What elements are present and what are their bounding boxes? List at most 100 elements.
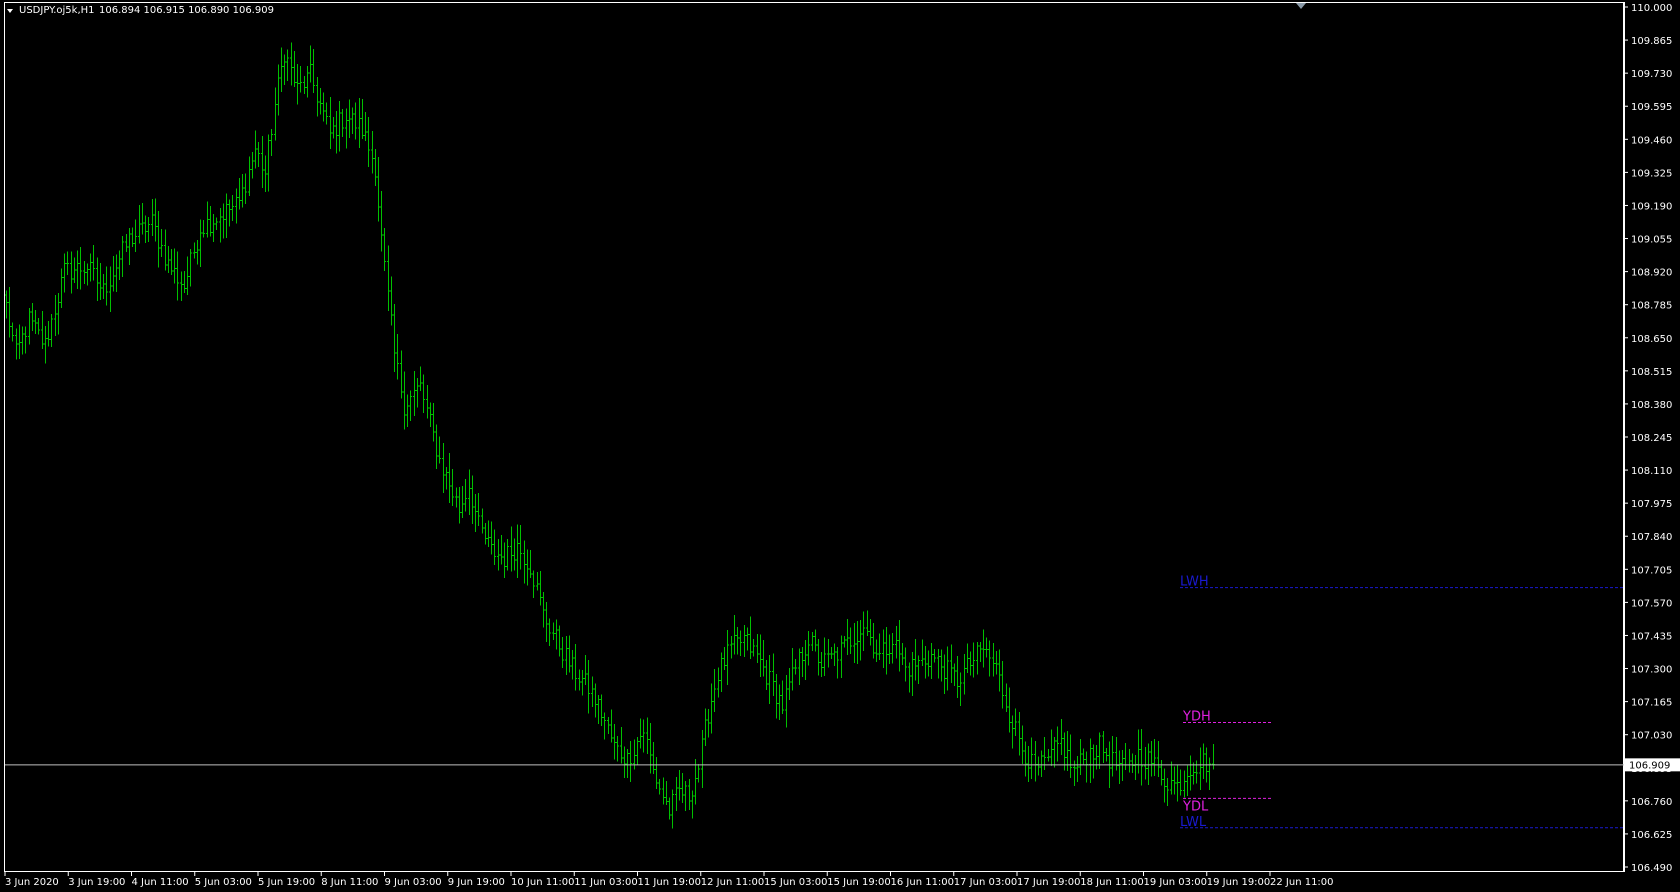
ohlc-bar <box>254 130 257 169</box>
ohlc-bar <box>1076 755 1079 783</box>
ohlc-bar <box>571 649 574 680</box>
ohlc-bar <box>83 261 86 285</box>
ohlc-bar <box>458 487 461 524</box>
ohlc-bar <box>652 742 655 774</box>
ohlc-bar <box>998 649 1001 692</box>
ohlc-bar <box>383 227 386 271</box>
ohlc-bar <box>950 644 953 684</box>
ohlc-bar <box>830 646 833 659</box>
ohlc-bar <box>1144 746 1147 780</box>
ohlc-bar <box>403 371 406 430</box>
level-label-lwl: LWL <box>1180 815 1207 830</box>
ohlc-bar <box>542 592 545 628</box>
ohlc-bar <box>1192 762 1195 785</box>
ohlc-bar <box>694 759 697 805</box>
y-tick-label: 110.000 <box>1631 3 1672 14</box>
level-lines: LWH YDH YDLLWL <box>1180 575 1623 830</box>
ohlc-bar <box>869 618 872 646</box>
x-tick-label: 8 Jun 11:00 <box>321 877 378 888</box>
ohlc-bar <box>348 99 351 139</box>
ohlc-bar <box>911 652 914 697</box>
ohlc-bar <box>280 47 283 93</box>
ohlc-bar <box>1134 754 1137 780</box>
ohlc-bar <box>134 219 137 253</box>
ohlc-bar <box>1195 760 1198 784</box>
ohlc-bar <box>1183 770 1186 798</box>
ohlc-bar <box>979 642 982 662</box>
ohlc-bar <box>396 333 399 380</box>
ohlc-bar <box>96 257 99 301</box>
ohlc-bar <box>115 254 118 292</box>
ohlc-bar <box>626 749 629 778</box>
ohlc-bar <box>733 615 736 655</box>
ohlc-bar <box>274 87 277 141</box>
ohlc-bar <box>688 779 691 810</box>
ohlc-bar <box>578 669 581 691</box>
chart-shift-marker-icon[interactable] <box>1296 3 1306 9</box>
ohlc-bar <box>11 322 14 342</box>
ohlc-bar <box>655 756 658 789</box>
ohlc-bar <box>73 257 76 284</box>
ohlc-bar <box>1176 765 1179 802</box>
ohlc-bar <box>823 637 826 676</box>
ohlc-bar <box>1014 708 1017 736</box>
ohlc-bar <box>885 627 888 675</box>
ohlc-bar <box>739 630 742 657</box>
ohlc-bar <box>1163 768 1166 803</box>
ohlc-bar <box>374 148 377 186</box>
ohlc-bar <box>565 636 568 676</box>
x-tick-label: 16 Jun 11:00 <box>891 877 955 888</box>
ohlc-bar <box>523 540 526 584</box>
ohlc-bar <box>487 520 490 548</box>
ohlc-bar <box>555 619 558 650</box>
ohlc-bar <box>921 639 924 666</box>
ohlc-bar <box>322 92 325 122</box>
ohlc-bar <box>21 326 24 355</box>
ohlc-bar <box>24 326 27 354</box>
ohlc-bar <box>464 479 467 512</box>
ohlc-bar <box>377 156 380 222</box>
ohlc-bar <box>186 256 189 295</box>
dropdown-triangle-icon[interactable] <box>7 9 13 13</box>
ohlc-bar <box>691 790 694 819</box>
ohlc-bar <box>257 142 260 168</box>
ohlc-bar <box>1092 744 1095 779</box>
x-tick-label: 5 Jun 19:00 <box>258 877 315 888</box>
ohlc-bar <box>506 539 509 571</box>
x-tick-label: 22 Jun 11:00 <box>1270 877 1334 888</box>
ohlc-bar <box>1085 751 1088 783</box>
ohlc-bar <box>438 436 441 464</box>
ohlc-bar <box>432 403 435 442</box>
ohlc-bar <box>1034 740 1037 782</box>
ohlc-bar <box>1098 732 1101 770</box>
x-tick-label: 15 Jun 03:00 <box>764 877 828 888</box>
ohlc-bar <box>144 215 147 243</box>
x-tick-label: 3 Jun 2020 <box>5 877 59 888</box>
ohlc-bar <box>778 684 781 720</box>
ohlc-bar <box>189 249 192 287</box>
ohlc-bar <box>503 542 506 579</box>
ohlc-bar <box>930 642 933 679</box>
ohlc-bar <box>209 205 212 237</box>
ohlc-bar <box>1047 749 1050 762</box>
y-tick-label: 108.245 <box>1631 433 1672 444</box>
x-tick-label: 9 Jun 19:00 <box>448 877 505 888</box>
ohlc-bar <box>416 378 419 408</box>
ohlc-bar <box>28 308 31 345</box>
ohlc-bar <box>1056 726 1059 762</box>
ohlc-bar <box>455 487 458 508</box>
ohlc-bar <box>422 374 425 413</box>
ohlc-bar <box>895 625 898 659</box>
ohlc-bar <box>901 643 904 666</box>
ohlc-bar <box>1050 729 1053 767</box>
ohlc-bar <box>982 629 985 668</box>
x-tick-label: 17 Jun 19:00 <box>1017 877 1081 888</box>
ohlc-bar <box>985 637 988 658</box>
ohlc-bar <box>943 654 946 694</box>
ohlc-bar <box>872 623 875 659</box>
ohlc-bar <box>827 638 830 668</box>
price-chart[interactable]: USDJPY.oj5k,H1 106.894 106.915 106.890 1… <box>0 0 1680 892</box>
ohlc-bar <box>1202 743 1205 779</box>
ohlc-bar <box>817 639 820 676</box>
ohlc-bar <box>196 239 199 265</box>
